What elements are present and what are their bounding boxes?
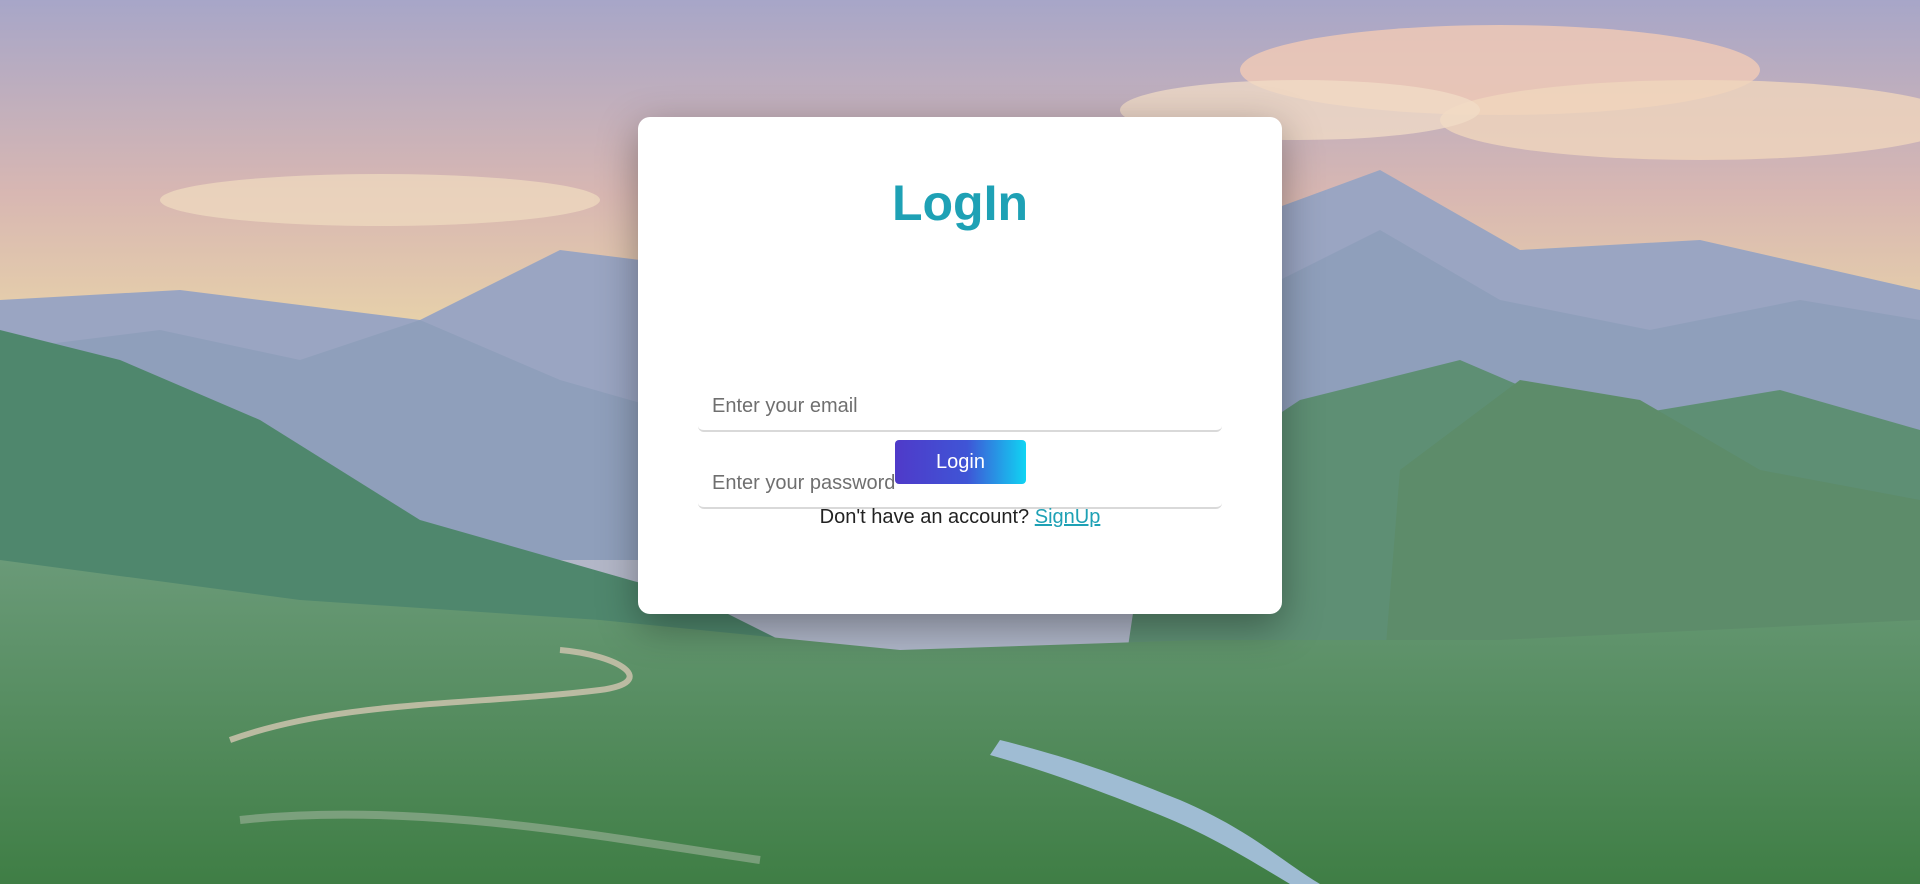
signup-link[interactable]: SignUp xyxy=(1035,506,1101,528)
signup-prompt: Don't have an account? xyxy=(819,506,1035,528)
login-button[interactable]: Login xyxy=(895,440,1026,484)
page-title: LogIn xyxy=(891,175,1029,231)
login-card: LogIn Login Don't have an account? SignU… xyxy=(638,117,1282,614)
email-field[interactable] xyxy=(698,382,1222,432)
signup-row: Don't have an account? SignUp xyxy=(638,506,1282,529)
